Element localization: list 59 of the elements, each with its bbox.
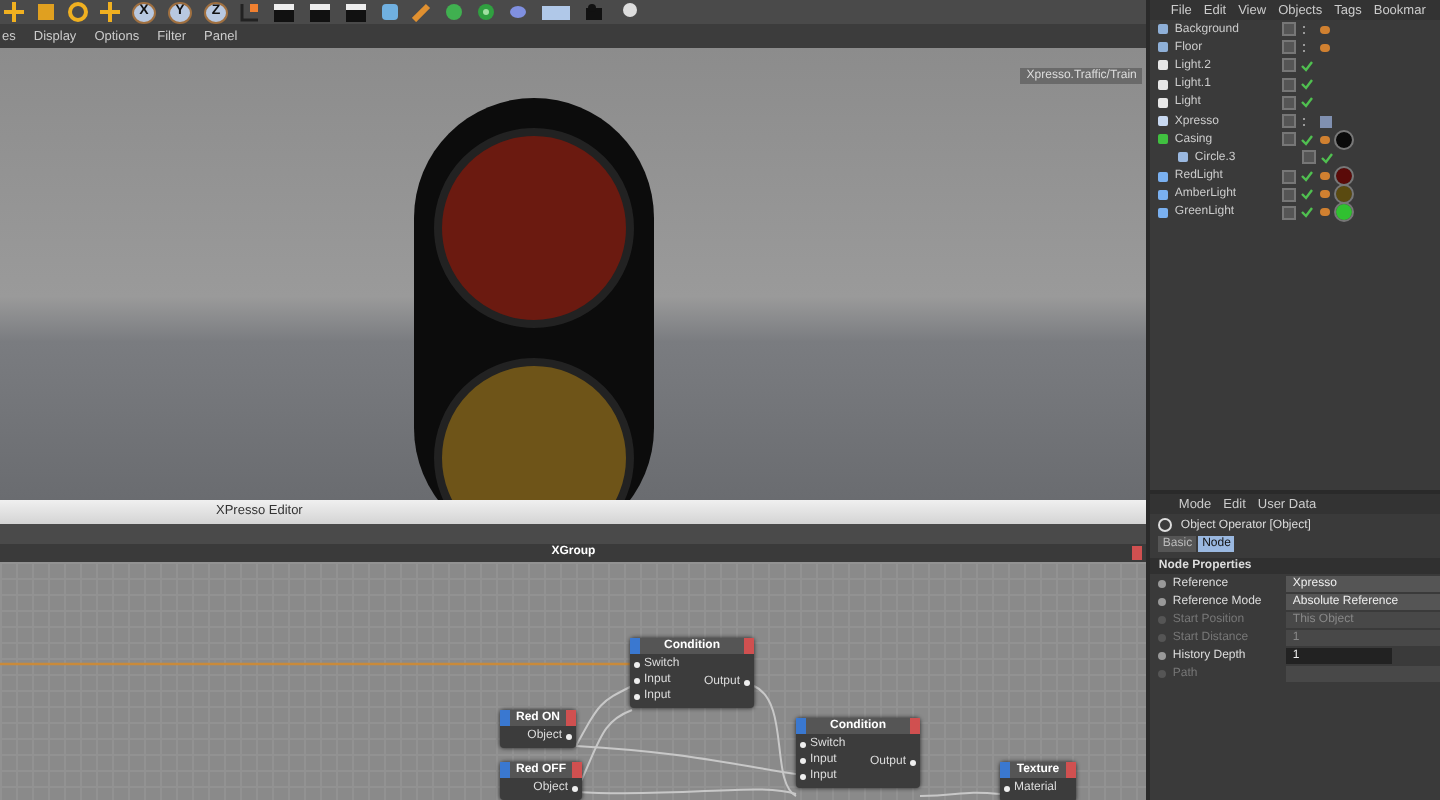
phong-tag-icon[interactable] [1320,43,1331,52]
sphere-icon[interactable] [444,2,464,22]
check-icon[interactable] [1300,59,1315,72]
clapperboard-icon[interactable] [308,2,332,22]
gear-icon [1158,518,1173,532]
phong-tag-icon[interactable] [1320,190,1331,199]
check-icon[interactable] [1300,170,1315,183]
check-icon[interactable] [1300,206,1315,219]
animate-dot-icon[interactable] [1158,579,1167,587]
connection-wire [919,791,1000,797]
port-icon[interactable] [634,677,640,683]
port-icon[interactable] [800,741,806,747]
animate-dot-icon[interactable] [1158,597,1167,605]
casing-icon [1158,134,1169,145]
check-icon[interactable] [1320,151,1335,164]
material-tag-icon[interactable] [1336,168,1353,185]
check-icon[interactable] [1300,133,1315,146]
material-tag-icon[interactable] [1336,186,1353,203]
floor-icon[interactable] [540,2,572,22]
light-icon [1158,97,1169,108]
phong-tag-icon[interactable] [1320,208,1331,217]
xpresso-icon [1158,116,1169,127]
pen-icon[interactable] [412,2,432,22]
port-icon[interactable] [634,661,640,667]
rotate-icon[interactable] [68,2,88,22]
phong-tag-icon[interactable] [1320,25,1331,34]
scale-icon[interactable] [36,2,56,22]
port-icon[interactable] [910,759,916,765]
port-icon[interactable] [800,757,806,763]
port-icon[interactable] [800,773,806,779]
material-tag-icon[interactable] [1336,204,1353,221]
check-icon[interactable] [1300,96,1315,109]
background-icon [1158,24,1169,35]
floor-icon [1158,42,1169,53]
light-bulb-icon[interactable] [620,2,640,22]
cube-icon[interactable] [380,2,400,22]
port-icon[interactable] [566,733,573,739]
port-icon[interactable] [744,679,750,685]
spline-icon [1178,152,1189,163]
input-field[interactable] [1286,665,1440,681]
phong-tag-icon[interactable] [1320,172,1331,181]
port-icon[interactable] [1004,785,1010,791]
light-icon [1158,79,1169,90]
light-icon [1158,60,1169,71]
close-icon[interactable] [1132,546,1143,560]
clapperboard-icon[interactable] [344,2,368,22]
move-icon[interactable] [4,2,24,22]
xpresso-tag-icon[interactable] [1320,115,1333,128]
phong-tag-icon[interactable] [1320,135,1331,144]
coordinate-icon[interactable] [240,2,260,22]
clapperboard-icon[interactable] [272,2,296,22]
material-tag-icon[interactable] [1336,131,1353,148]
check-icon[interactable] [1300,188,1315,201]
port-icon[interactable] [634,693,640,699]
move-icon[interactable] [100,2,120,22]
capsule-icon[interactable] [508,2,528,22]
port-icon[interactable] [572,785,578,791]
animate-dot-icon[interactable] [1158,651,1167,659]
check-icon[interactable] [1300,78,1315,91]
